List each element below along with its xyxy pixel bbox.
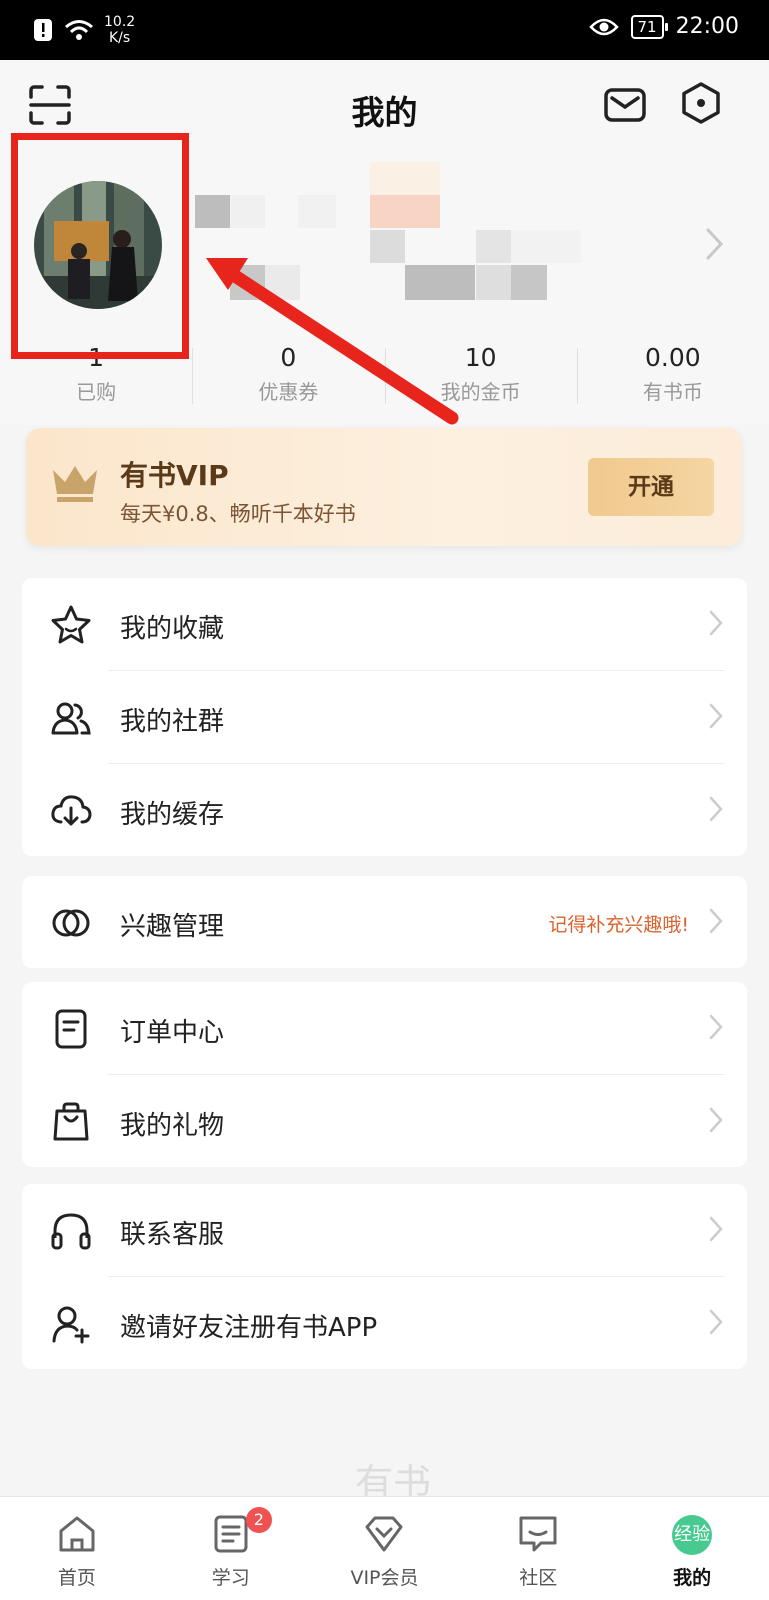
add-friend-icon (52, 1306, 90, 1344)
blurred-info (511, 265, 547, 300)
menu-card-support: 联系客服 邀请好友注册有书APP (22, 1184, 747, 1369)
menu-item-orders[interactable]: 订单中心 (22, 982, 747, 1074)
stat-book-coins[interactable]: 0.00 有书币 (576, 342, 769, 412)
vip-activate-button[interactable]: 开通 (588, 458, 714, 516)
blurred-username-part (298, 195, 336, 228)
blurred-username-part (230, 195, 265, 228)
blurred-username (195, 195, 230, 228)
menu-item-community[interactable]: 我的社群 (22, 671, 747, 763)
menu-item-interests[interactable]: 兴趣管理 记得补充兴趣哦! (22, 876, 747, 968)
battery-indicator: 71 (630, 14, 668, 39)
tab-home[interactable]: 首页 (0, 1497, 154, 1600)
mail-icon (604, 88, 646, 122)
vip-subtitle: 每天¥0.8、畅听千本好书 (120, 502, 356, 526)
menu-item-support[interactable]: 联系客服 (22, 1184, 747, 1276)
blurred-level-badge (370, 162, 440, 195)
mine-active-icon: 经验 (672, 1515, 713, 1555)
blurred-info (370, 230, 405, 263)
vip-title: 有书VIP (120, 459, 229, 492)
cloud-download-icon (51, 795, 92, 826)
diamond-icon (365, 1516, 403, 1552)
status-bar: 10.2 K/s 71 22:00 (0, 0, 769, 60)
bottom-tab-bar: 首页 2 学习 VIP会员 社区 经验 我的 (0, 1496, 769, 1600)
tab-community[interactable]: 社区 (461, 1497, 615, 1600)
blurred-level-badge-part (370, 195, 440, 228)
blurred-info (265, 265, 300, 300)
menu-card-interests: 兴趣管理 记得补充兴趣哦! (22, 876, 747, 968)
menu-item-gifts[interactable]: 我的礼物 (22, 1075, 747, 1167)
chevron-right-icon (709, 1107, 723, 1133)
chevron-right-icon (709, 703, 723, 729)
study-badge: 2 (245, 1507, 272, 1533)
menu-item-favorites[interactable]: 我的收藏 (22, 578, 747, 670)
blurred-info (405, 265, 475, 300)
chevron-right-icon (709, 796, 723, 822)
network-speed: 10.2 K/s (104, 14, 136, 46)
menu-item-invite[interactable]: 邀请好友注册有书APP (22, 1277, 747, 1369)
chevron-right-icon (709, 1216, 723, 1242)
tab-mine[interactable]: 经验 我的 (615, 1497, 769, 1600)
blurred-info (230, 265, 265, 300)
wifi-icon (65, 20, 93, 40)
menu-card-collection: 我的收藏 我的社群 我的缓存 (22, 578, 747, 856)
interests-hint: 记得补充兴趣哦! (548, 914, 689, 936)
home-icon (59, 1516, 95, 1552)
stat-coupons[interactable]: 0 优惠券 (192, 342, 384, 412)
chat-icon (519, 1516, 557, 1552)
chevron-right-icon[interactable] (704, 228, 724, 260)
settings-button[interactable] (676, 78, 726, 128)
chevron-right-icon (709, 908, 723, 934)
group-icon (51, 702, 91, 735)
order-document-icon (55, 1009, 87, 1049)
menu-item-cache[interactable]: 我的缓存 (22, 764, 747, 856)
eye-icon (588, 18, 619, 35)
menu-card-orders: 订单中心 我的礼物 (22, 982, 747, 1167)
clock: 22:00 (675, 14, 739, 39)
messages-button[interactable] (600, 80, 650, 130)
page-title: 我的 (351, 93, 418, 132)
tab-study[interactable]: 2 学习 (154, 1497, 308, 1600)
chevron-right-icon (709, 1014, 723, 1040)
interest-circles-icon (52, 909, 90, 937)
tab-vip[interactable]: VIP会员 (308, 1497, 462, 1600)
blurred-info (476, 265, 511, 300)
headphones-icon (51, 1213, 91, 1250)
settings-icon (682, 82, 720, 124)
stat-gold-coins[interactable]: 10 我的金币 (384, 342, 577, 412)
star-icon (51, 605, 91, 644)
chevron-right-icon (709, 1309, 723, 1335)
vip-banner[interactable]: 有书VIP 每天¥0.8、畅听千本好书 开通 (26, 428, 742, 546)
crown-icon (53, 466, 97, 502)
notification-icon (34, 19, 52, 41)
blurred-info (511, 230, 581, 263)
chevron-right-icon (709, 610, 723, 636)
gift-bag-icon (53, 1102, 89, 1141)
blurred-info (476, 230, 511, 263)
highlight-box (11, 133, 189, 359)
